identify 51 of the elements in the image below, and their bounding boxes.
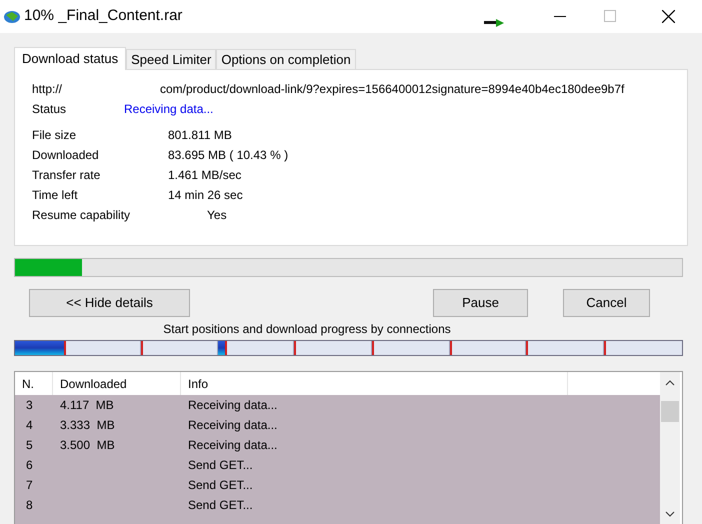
tab[interactable]: Download status xyxy=(14,47,126,70)
field-value: 801.811 MB xyxy=(168,127,232,144)
table-row[interactable]: 4 3.333 MB Receiving data... xyxy=(15,415,661,435)
hide-details-button[interactable]: << Hide details xyxy=(29,289,190,317)
scrollbar[interactable] xyxy=(660,372,680,524)
table-cell-text: Receiving data... xyxy=(187,417,278,434)
field-label: http:// xyxy=(32,81,64,98)
table-cell-text: Receiving data... xyxy=(187,437,278,454)
table-cell-text: 7 xyxy=(25,477,34,494)
table-row[interactable]: 5 3.500 MB Receiving data... xyxy=(15,435,661,455)
tab[interactable]: Options on completion xyxy=(216,49,356,69)
cancel-button[interactable]: Cancel xyxy=(563,289,650,317)
app-icon xyxy=(3,8,21,24)
table-cell-text: 3 xyxy=(25,397,34,414)
tab[interactable]: Speed Limiter xyxy=(126,49,216,69)
table-row[interactable]: 3 4.117 MB Receiving data... xyxy=(15,395,661,415)
status-text: Receiving data... xyxy=(124,101,214,118)
field-label: Status xyxy=(32,101,68,118)
table-cell-text: Send GET... xyxy=(187,457,253,474)
scroll-up-icon[interactable] xyxy=(665,380,675,386)
table-cell-text: 4 xyxy=(25,417,34,434)
field-value: 83.695 MB ( 10.43 % ) xyxy=(168,147,288,164)
field-label: Time left xyxy=(32,187,79,204)
table-cell-text: 8 xyxy=(25,497,34,514)
scroll-down-icon[interactable] xyxy=(665,511,675,517)
field-value: 14 min 26 sec xyxy=(168,187,243,204)
field-value: 1.461 MB/sec xyxy=(168,167,242,184)
table-cell-text: 5 xyxy=(25,437,34,454)
table-cell-text: 3.500 MB xyxy=(59,437,116,454)
connections-caption: Start positions and download progress by connections xyxy=(162,322,452,337)
pause-button[interactable]: Pause xyxy=(433,289,528,317)
url-text: com/product/download-link/9?expires=1566400012signature=8994e40b4ec180dee9b7f xyxy=(160,81,624,98)
field-label: File size xyxy=(32,127,78,144)
table-cell-text: 3.333 MB xyxy=(59,417,116,434)
table-cell-text: Send GET... xyxy=(187,477,253,494)
window-title: 10% _Final_Content.rar xyxy=(24,6,182,26)
table-cell-text: Send GET... xyxy=(187,497,253,514)
table-row[interactable]: 7 Send GET... xyxy=(15,475,661,495)
table-cell-text: Receiving data... xyxy=(187,397,278,414)
arrow-icon xyxy=(484,19,504,27)
field-label: Downloaded xyxy=(32,147,100,164)
close-button[interactable] xyxy=(662,10,675,23)
field-label: Resume capability xyxy=(32,207,132,224)
table-cell-text: 6 xyxy=(25,457,34,474)
table-cell-text: 4.117 MB xyxy=(59,397,115,414)
minimize-button[interactable] xyxy=(554,16,566,18)
field-label: Transfer rate xyxy=(32,167,102,184)
scroll-thumb[interactable] xyxy=(661,401,679,422)
table-row[interactable]: 6 Send GET... xyxy=(15,455,661,475)
table-row[interactable]: 8 Send GET... xyxy=(15,495,661,515)
field-value: Yes xyxy=(207,207,227,224)
